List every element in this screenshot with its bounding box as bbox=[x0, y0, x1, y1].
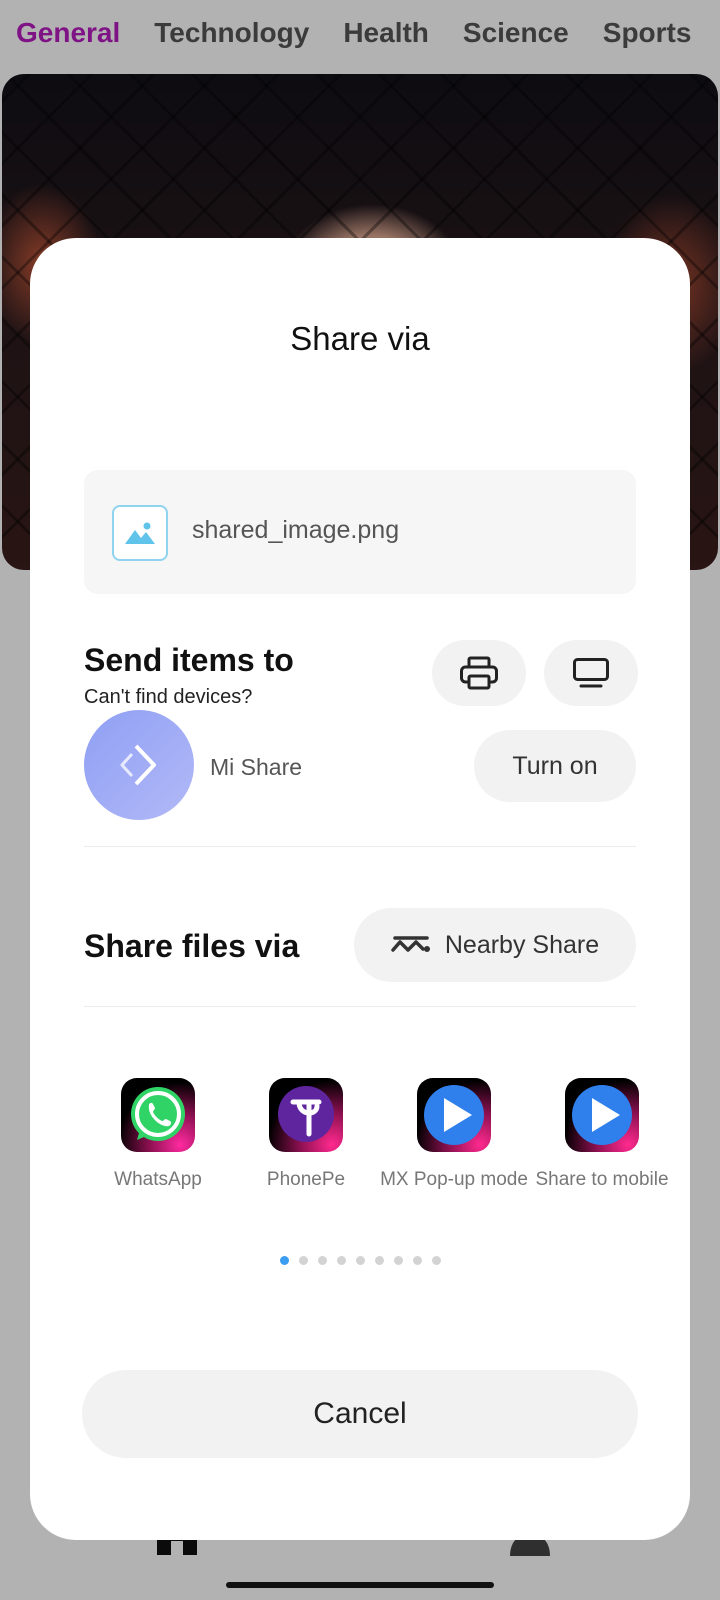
share-app-label: PhonePe bbox=[266, 1169, 346, 1190]
shared-file-card: shared_image.png bbox=[84, 470, 636, 594]
nearby-share-button[interactable]: Nearby Share bbox=[354, 908, 636, 982]
share-app-label: WhatsApp bbox=[114, 1169, 202, 1190]
turn-on-button[interactable]: Turn on bbox=[474, 730, 636, 802]
share-app-phonepe[interactable]: PhonePe bbox=[232, 1078, 380, 1191]
send-items-title: Send items to bbox=[84, 642, 294, 678]
page-dot-active bbox=[279, 1256, 289, 1265]
mi-share-icon bbox=[84, 710, 194, 820]
share-app-whatsapp[interactable]: WhatsApp bbox=[84, 1078, 232, 1191]
share-files-title: Share files via bbox=[84, 928, 300, 964]
share-app-label: Share to mobile bbox=[535, 1169, 669, 1190]
cant-find-devices-link[interactable]: Can't find devices? bbox=[84, 686, 252, 709]
print-button[interactable] bbox=[432, 640, 526, 706]
share-app-grid: WhatsApp PhonePe MX Pop-up mode Share to… bbox=[84, 1078, 669, 1238]
share-app-label: MX Pop-up mode bbox=[380, 1169, 528, 1190]
page-dot bbox=[355, 1256, 365, 1265]
divider bbox=[84, 846, 636, 847]
nearby-share-icon bbox=[391, 936, 430, 952]
mx-player-icon bbox=[417, 1078, 491, 1152]
whatsapp-icon bbox=[121, 1078, 195, 1152]
divider bbox=[84, 1006, 636, 1007]
page-dot bbox=[431, 1256, 441, 1265]
page-dot bbox=[298, 1256, 308, 1265]
share-app-mx-popup[interactable]: MX Pop-up mode bbox=[380, 1078, 528, 1191]
share-app-share-to-mobile[interactable]: Share to mobile bbox=[528, 1078, 676, 1191]
mi-share-label: Mi Share bbox=[210, 754, 303, 780]
nearby-share-label: Nearby Share bbox=[444, 930, 600, 959]
image-icon bbox=[112, 505, 168, 561]
cancel-button[interactable]: Cancel bbox=[82, 1370, 638, 1458]
share-sheet-title: Share via bbox=[290, 320, 430, 357]
page-dot bbox=[374, 1256, 384, 1265]
page-indicator bbox=[30, 1256, 690, 1268]
share-sheet: Share via shared_image.png Send items to… bbox=[30, 238, 690, 1540]
page-dot bbox=[412, 1256, 422, 1265]
page-dot bbox=[317, 1256, 327, 1265]
shared-file-name: shared_image.png bbox=[192, 516, 400, 544]
monitor-icon bbox=[573, 658, 609, 688]
printer-icon bbox=[460, 656, 498, 690]
phonepe-icon bbox=[269, 1078, 343, 1152]
home-gesture-bar[interactable] bbox=[226, 1582, 494, 1588]
page-dot bbox=[336, 1256, 346, 1265]
cast-screen-button[interactable] bbox=[544, 640, 638, 706]
page-dot bbox=[393, 1256, 403, 1265]
mx-player-icon bbox=[565, 1078, 639, 1152]
